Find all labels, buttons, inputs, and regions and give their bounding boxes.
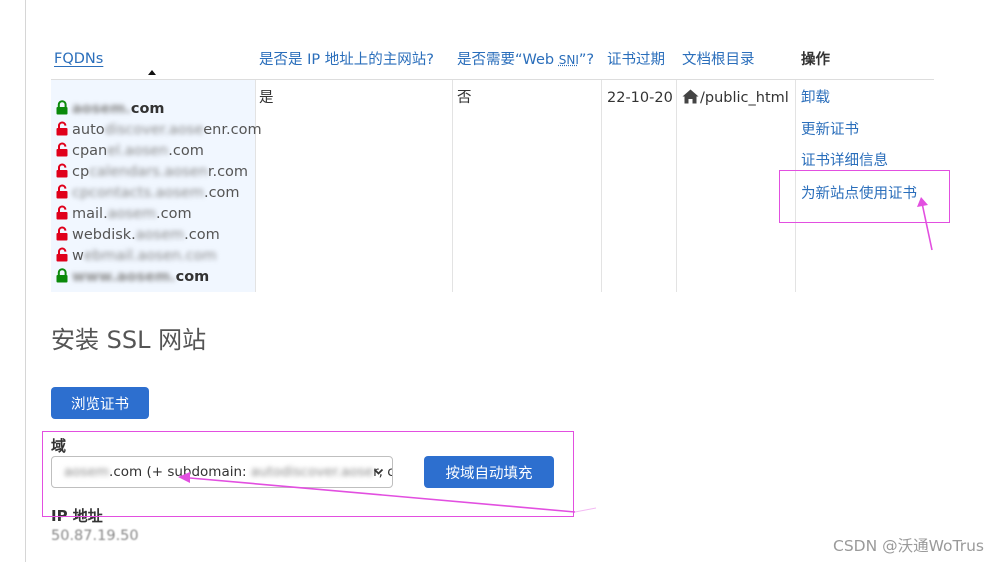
table-header: FQDNs 是否是 IP 地址上的主网站? 是否需要“Web SNI”? 证书过… <box>51 40 934 80</box>
lock-closed-green-icon <box>55 268 69 290</box>
certificate-details-link[interactable]: 证书详细信息 <box>801 151 888 171</box>
header-actions: 操作 <box>801 52 830 68</box>
lock-open-red-icon <box>55 247 69 269</box>
fqdn-text-part: mail. <box>72 206 108 222</box>
header-doc-root-link[interactable]: 文档根目录 <box>682 50 755 70</box>
header-sni-pre: 是否需要“Web <box>457 52 559 68</box>
list-item: mail.aosem.com <box>55 204 192 225</box>
browse-certificates-button[interactable]: 浏览证书 <box>51 387 149 419</box>
fqdn-text-blurred: discover.aose <box>104 122 204 138</box>
header-cert-expiry-link[interactable]: 证书过期 <box>607 50 665 70</box>
fqdn-text-blurred: aosem <box>135 227 185 243</box>
lock-closed-green-icon <box>55 100 69 122</box>
csdn-watermark: CSDN @沃通WoTrus <box>833 537 984 555</box>
doc-root-value: /public_html <box>682 88 789 108</box>
fqdn-text: aosem.com <box>72 101 165 117</box>
fqdn-text-part: webdisk. <box>72 227 136 243</box>
list-item: www.aosem.com <box>55 267 209 288</box>
fqdn-text-blurred: aosem. <box>72 101 131 117</box>
fqdn-cell: aosem.com autodiscover.aoseenr.com cpanel.… <box>51 80 262 292</box>
fqdn-text: autodiscover.aoseenr.com <box>72 122 262 138</box>
fqdn-text: webmail.aosen.com <box>72 248 217 264</box>
fqdn-text: cpcalendars.aosenr.com <box>72 164 248 180</box>
fqdn-text-part: .com <box>156 206 192 222</box>
fqdn-text-blurred: calendars.aosen <box>89 164 208 180</box>
fqdn-text: www.aosem.com <box>72 269 209 285</box>
header-fqdns-link[interactable]: FQDNs <box>54 49 103 69</box>
fqdn-text-blurred: el.aosen <box>107 143 169 159</box>
fqdn-text-part: com <box>130 101 165 117</box>
list-item: cpanel.aosen.com <box>55 141 204 162</box>
fqdn-text-blurred: ebmail.aosen.com <box>83 248 217 264</box>
fqdn-text: mail.aosem.com <box>72 206 192 222</box>
fqdn-text-part: enr.com <box>203 122 262 138</box>
fqdn-text-part: .com <box>184 227 220 243</box>
doc-root-text: /public_html <box>700 90 789 106</box>
ssl-sites-table: FQDNs 是否是 IP 地址上的主网站? 是否需要“Web SNI”? 证书过… <box>51 40 934 292</box>
fqdn-text-blurred: cpcontacts.aosem <box>72 185 204 201</box>
annotation-box-domain <box>42 431 574 517</box>
fqdn-text-blurred: aosem <box>107 206 157 222</box>
sni-required-value: 否 <box>457 90 472 106</box>
header-sni-link[interactable]: 是否需要“Web SNI”? <box>457 50 594 70</box>
install-ssl-title: 安装 SSL 网站 <box>51 326 207 354</box>
fqdn-text-part: cpan <box>72 143 108 159</box>
fqdn-text: cpanel.aosen.com <box>72 143 204 159</box>
lock-open-red-icon <box>55 142 69 164</box>
sort-ascending-icon <box>148 70 156 75</box>
annotation-box-action <box>779 170 950 223</box>
list-item: webdisk.aosem.com <box>55 225 220 246</box>
column-divider <box>601 80 602 292</box>
fqdn-text-blurred: www.aosem. <box>72 269 176 285</box>
list-item: webmail.aosen.com <box>55 246 217 267</box>
fqdn-text-part: com <box>175 269 210 285</box>
primary-site-value: 是 <box>259 90 274 106</box>
fqdn-text-part: .com <box>168 143 204 159</box>
list-item: cpcontacts.aosem.com <box>55 183 240 204</box>
lock-open-red-icon <box>55 226 69 248</box>
home-icon <box>682 89 699 104</box>
cert-expiry-value: 22-10-20 <box>607 90 673 106</box>
ip-address-text: 50.87.19.50 <box>51 528 139 544</box>
column-divider <box>452 80 453 292</box>
fqdn-text-part: cp <box>72 164 90 180</box>
column-divider <box>676 80 677 292</box>
header-primary-site-link[interactable]: 是否是 IP 地址上的主网站? <box>259 50 434 70</box>
ip-address-value: 50.87.19.50 <box>51 528 139 544</box>
fqdn-text-part: w <box>72 248 84 264</box>
fqdn-text: cpcontacts.aosem.com <box>72 185 240 201</box>
fqdn-text-part: .com <box>203 185 240 201</box>
fqdn-text-part: auto <box>72 122 105 138</box>
list-item: aosem.com <box>55 99 165 120</box>
uninstall-link[interactable]: 卸载 <box>801 88 830 108</box>
lock-open-red-icon <box>55 184 69 206</box>
fqdn-text-part: r.com <box>207 164 249 180</box>
header-sni-post: ”? <box>578 52 595 68</box>
list-item: autodiscover.aoseenr.com <box>55 120 262 141</box>
lock-open-red-icon <box>55 163 69 185</box>
header-sni-abbr: SNI <box>558 53 579 67</box>
lock-open-red-icon <box>55 121 69 143</box>
list-item: cpcalendars.aosenr.com <box>55 162 248 183</box>
update-certificate-link[interactable]: 更新证书 <box>801 120 859 140</box>
fqdn-text: webdisk.aosem.com <box>72 227 220 243</box>
page-left-border <box>25 0 26 562</box>
lock-open-red-icon <box>55 205 69 227</box>
